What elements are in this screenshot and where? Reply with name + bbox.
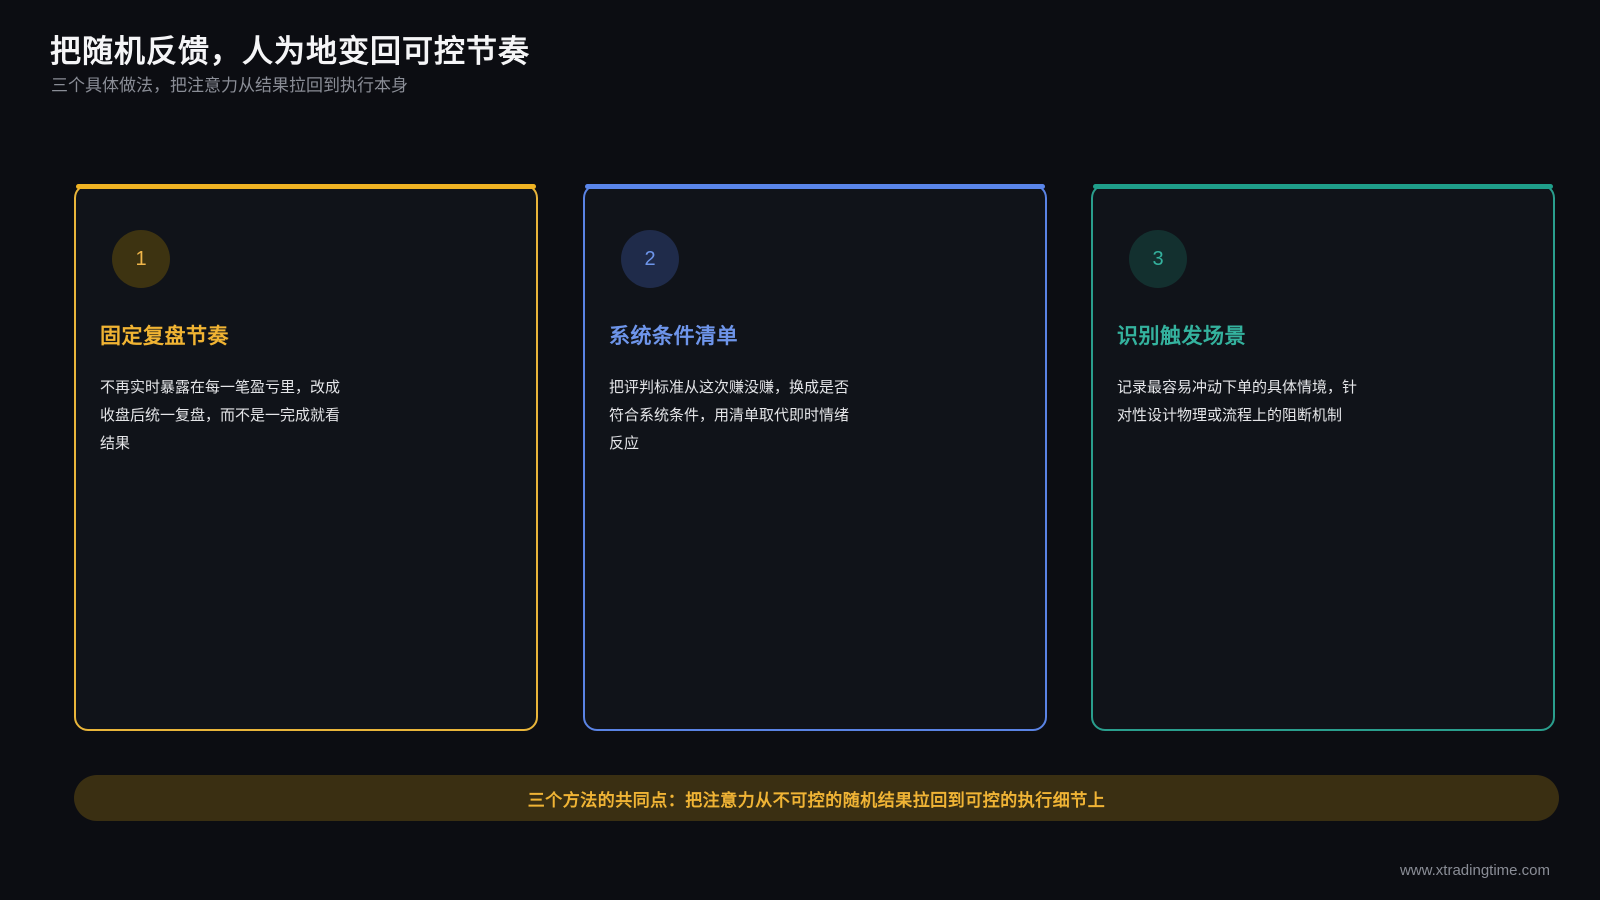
step-number-badge: 3 — [1129, 230, 1187, 288]
card-description: 记录最容易冲动下单的具体情境，针对性设计物理或流程上的阻断机制 — [1117, 378, 1358, 424]
card-accent-bar — [585, 184, 1045, 189]
page-title: 把随机反馈，人为地变回可控节奏 — [50, 34, 530, 70]
method-card-2: 2 系统条件清单 把评判标准从这次赚没赚，换成是否符合系统条件，用清单取代即时情… — [583, 184, 1047, 731]
step-number-badge: 2 — [621, 230, 679, 288]
summary-text: 三个方法的共同点：把注意力从不可控的随机结果拉回到可控的执行细节上 — [527, 790, 1106, 811]
card-title: 识别触发场景 — [1117, 324, 1246, 348]
summary-banner: 三个方法的共同点：把注意力从不可控的随机结果拉回到可控的执行细节上 — [74, 775, 1559, 821]
card-accent-bar — [76, 184, 536, 189]
method-card-1: 1 固定复盘节奏 不再实时暴露在每一笔盈亏里，改成收盘后统一复盘，而不是一完成就… — [74, 184, 538, 731]
step-number-badge: 1 — [112, 230, 170, 288]
card-title: 系统条件清单 — [609, 324, 738, 348]
card-description: 不再实时暴露在每一笔盈亏里，改成收盘后统一复盘，而不是一完成就看结果 — [100, 378, 341, 452]
page-subtitle: 三个具体做法，把注意力从结果拉回到执行本身 — [51, 76, 408, 96]
card-accent-bar — [1093, 184, 1553, 189]
card-title: 固定复盘节奏 — [100, 324, 229, 348]
card-description: 把评判标准从这次赚没赚，换成是否符合系统条件，用清单取代即时情绪反应 — [609, 378, 850, 452]
method-card-3: 3 识别触发场景 记录最容易冲动下单的具体情境，针对性设计物理或流程上的阻断机制 — [1091, 184, 1555, 731]
footer-url: www.xtradingtime.com — [1399, 862, 1550, 879]
